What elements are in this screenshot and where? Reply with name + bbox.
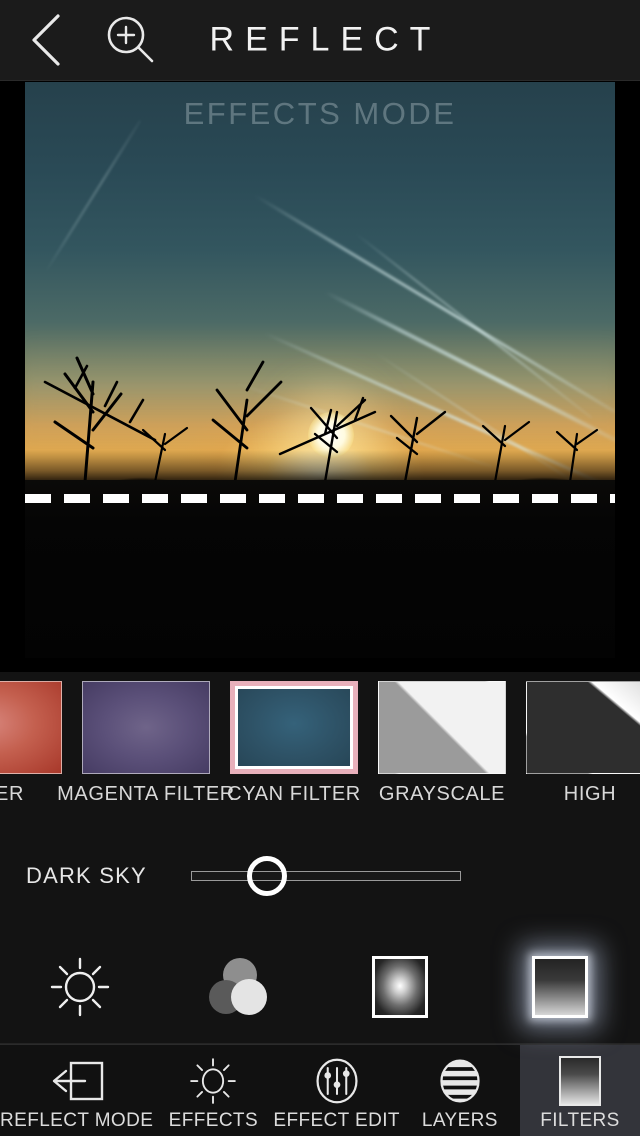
striped-circle-icon: [434, 1056, 486, 1106]
filter-thumb-frame: [0, 681, 62, 774]
tab-effect-edit[interactable]: EFFECT EDIT: [273, 1045, 400, 1136]
edited-photo[interactable]: EFFECTS MODE: [25, 82, 615, 658]
high-contrast-filter-swatch: [526, 681, 640, 774]
filter-item-grayscale[interactable]: GRAYSCALE: [368, 681, 516, 806]
filter-thumb-frame-selected: [230, 681, 358, 774]
slider-thumb[interactable]: [246, 856, 287, 896]
tool-glow[interactable]: [320, 931, 480, 1043]
page-title: REFLECT: [209, 20, 442, 59]
photo-canvas[interactable]: EFFECTS MODE: [0, 81, 640, 672]
tab-layers[interactable]: LAYERS: [400, 1045, 520, 1136]
filter-label: LTER: [0, 783, 25, 805]
arrow-out-of-box-icon: [49, 1056, 105, 1106]
ground-dark-region: [25, 480, 615, 658]
magenta-filter-swatch: [82, 681, 210, 774]
filter-item-magenta[interactable]: MAGENTA FILTER: [57, 681, 234, 806]
filter-label: CYAN FILTER: [227, 783, 361, 805]
filter-item-high-contrast[interactable]: HIGH: [516, 681, 640, 806]
effects-mode-overlay-label: EFFECTS MODE: [183, 96, 457, 131]
back-button[interactable]: [20, 13, 74, 67]
zoom-in-button[interactable]: [100, 10, 160, 70]
tool-color[interactable]: [160, 931, 320, 1043]
reflect-app-screen: REFLECT EFFECTS MODE ER MAGENTA FILTER C…: [0, 0, 640, 1136]
effect-tools-row: [0, 931, 640, 1044]
filter-thumb-frame: [526, 681, 640, 774]
tab-label: LAYERS: [421, 1109, 498, 1131]
tab-label: FILTERS: [540, 1109, 620, 1131]
tab-label: EFFECT EDIT: [273, 1109, 400, 1131]
filter-label: MAGENTA FILTER: [57, 783, 235, 805]
gradient-square-icon: [532, 956, 588, 1018]
tab-label: EFFECTS: [168, 1109, 259, 1131]
filter-thumb-frame: [378, 681, 506, 774]
filter-carousel[interactable]: LTER MAGENTA FILTER CYAN FILTER GRAYSCAL…: [0, 672, 640, 821]
red-filter-swatch: [0, 681, 62, 774]
sun-icon: [50, 957, 110, 1017]
tab-effects[interactable]: EFFECTS: [153, 1045, 273, 1136]
cyan-filter-swatch: [235, 686, 353, 769]
magnifier-plus-icon: [107, 16, 154, 63]
tool-brightness[interactable]: [0, 931, 160, 1043]
effect-slider-row: DARK SKY: [0, 821, 640, 931]
filter-label: GRAYSCALE: [378, 783, 506, 805]
sun-icon: [187, 1056, 239, 1106]
filter-label: HIGH: [563, 783, 617, 805]
app-header: REFLECT: [0, 0, 640, 81]
grayscale-filter-swatch: [378, 681, 506, 774]
tab-reflect-mode[interactable]: REFLECT MODE: [0, 1045, 153, 1136]
three-circles-icon: [209, 958, 271, 1016]
filter-item-cyan[interactable]: CYAN FILTER: [220, 681, 368, 806]
tab-label: REFLECT MODE: [0, 1109, 154, 1131]
filter-thumb-frame: [82, 681, 210, 774]
reflect-axis-line[interactable]: [25, 494, 615, 503]
dark-sky-slider[interactable]: [191, 852, 461, 900]
bottom-tab-bar: REFLECT MODE EFFECTS EFFECT EDIT LAYERS …: [0, 1044, 640, 1136]
tool-gradient-filter[interactable]: [480, 931, 640, 1043]
sliders-circle-icon: [311, 1056, 363, 1106]
gradient-square-icon: [558, 1055, 601, 1106]
tab-filters[interactable]: FILTERS: [519, 1045, 640, 1136]
radial-glow-square-icon: [372, 956, 428, 1018]
slider-label: DARK SKY: [26, 863, 147, 888]
slider-track[interactable]: [191, 871, 461, 881]
chevron-left-icon: [32, 14, 60, 66]
